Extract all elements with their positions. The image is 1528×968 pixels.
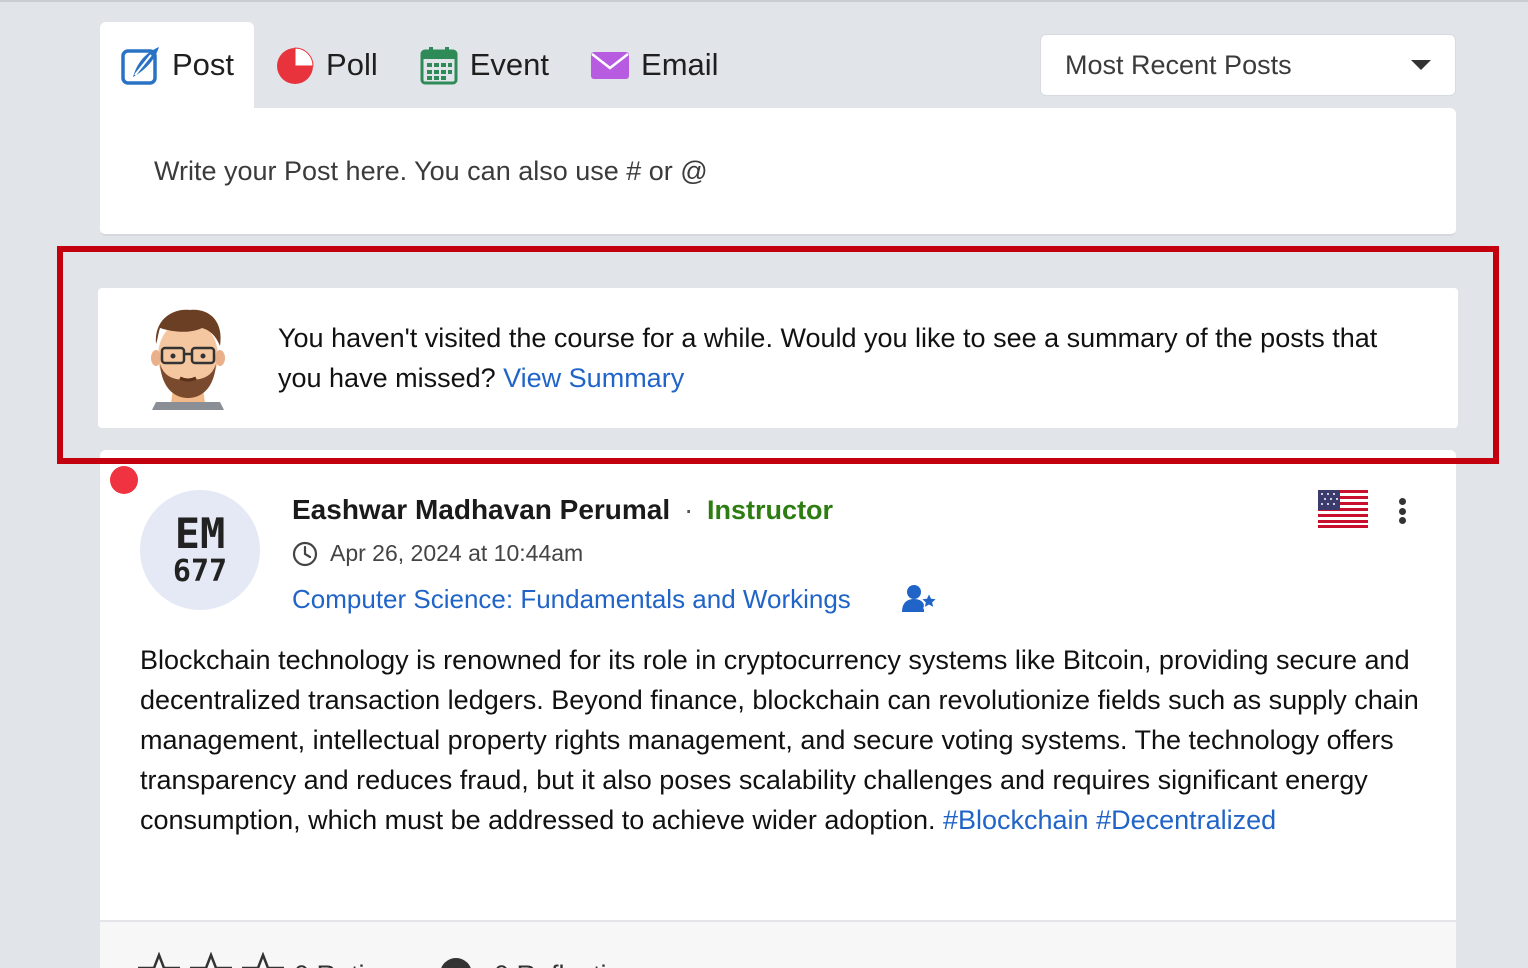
tab-poll-label: Poll <box>326 47 378 82</box>
timestamp-text: Apr 26, 2024 at 10:44am <box>330 540 584 566</box>
sort-dropdown[interactable]: Most Recent Posts <box>1040 34 1456 96</box>
missed-posts-notice: You haven't visited the course for a whi… <box>98 288 1458 428</box>
post-timestamp: Apr 26, 2024 at 10:44am <box>292 540 583 567</box>
clock-icon <box>292 541 318 566</box>
feather-icon <box>120 44 162 86</box>
kebab-dot-icon <box>1398 498 1406 505</box>
post-body: Blockchain technology is renowned for it… <box>140 640 1430 840</box>
rating-stars[interactable] <box>138 952 284 968</box>
avatar[interactable]: EM 677 <box>140 490 260 610</box>
hashtag-link[interactable]: #Decentralized <box>1096 805 1276 835</box>
ratings-count: 0 Ratings <box>294 960 408 968</box>
unread-indicator <box>110 466 138 494</box>
post-type-tabs: Post Poll Event Email <box>100 22 739 110</box>
tab-poll[interactable]: Poll <box>254 22 398 108</box>
hashtag-link[interactable]: #Blockchain <box>943 805 1089 835</box>
post-card: EM 677 Eashwar Madhavan Perumal · Instru… <box>100 450 1456 968</box>
pie-chart-icon <box>274 44 316 86</box>
notice-text: You haven't visited the course for a whi… <box>278 323 1378 393</box>
star-icon[interactable] <box>138 952 180 968</box>
composer-placeholder: Write your Post here. You can also use #… <box>154 155 708 186</box>
author-separator: · <box>683 494 694 525</box>
bearded-avatar-icon <box>151 309 225 410</box>
chevron-down-icon <box>1411 60 1431 70</box>
tab-event-label: Event <box>469 47 550 82</box>
author-role-badge: Instructor <box>707 495 834 525</box>
star-icon[interactable] <box>242 952 284 968</box>
course-link[interactable]: Computer Science: Fundamentals and Worki… <box>292 584 851 615</box>
view-summary-link[interactable]: View Summary <box>503 363 684 393</box>
avatar-number: 677 <box>172 554 228 589</box>
calendar-icon <box>418 44 460 86</box>
tab-post[interactable]: Post <box>100 22 255 108</box>
tab-email[interactable]: Email <box>569 22 739 108</box>
post-composer-input[interactable]: Write your Post here. You can also use #… <box>100 108 1456 236</box>
notice-message: You haven't visited the course for a whi… <box>278 318 1428 398</box>
envelope-icon <box>589 44 631 86</box>
tab-email-label: Email <box>641 47 719 82</box>
tab-event[interactable]: Event <box>398 22 569 108</box>
post-footer: 0 Ratings 0 Reflections <box>100 920 1456 968</box>
avatar-initials: EM <box>174 509 226 558</box>
kebab-dot-icon <box>1398 517 1406 524</box>
post-author: Eashwar Madhavan Perumal · Instructor <box>292 494 833 526</box>
star-icon[interactable] <box>190 952 232 968</box>
post-options-menu[interactable] <box>1388 494 1416 528</box>
kebab-dot-icon <box>1398 507 1406 515</box>
tab-post-label: Post <box>172 47 235 82</box>
sort-selected-value: Most Recent Posts <box>1065 49 1292 80</box>
us-flag-icon <box>1318 490 1368 528</box>
user-star-icon[interactable] <box>902 584 938 614</box>
reflections-count[interactable]: 0 Reflections <box>494 960 650 968</box>
author-name[interactable]: Eashwar Madhavan Perumal <box>292 494 670 525</box>
speech-bubble-icon <box>440 958 472 968</box>
